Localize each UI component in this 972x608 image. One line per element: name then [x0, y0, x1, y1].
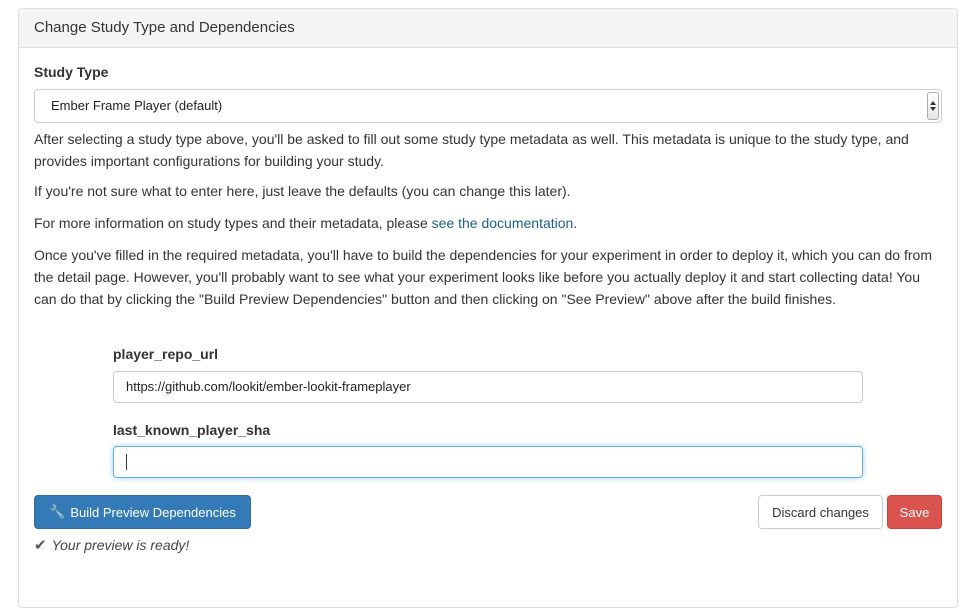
study-type-selected-value: Ember Frame Player (default): [51, 98, 223, 113]
help-text-suffix: .: [573, 215, 578, 231]
player-repo-url-value: https://github.com/lookit/ember-lookit-f…: [126, 379, 411, 394]
check-icon: ✔: [34, 537, 47, 554]
text-caret: [126, 454, 127, 470]
help-text-documentation: For more information on study types and …: [34, 212, 934, 234]
player-repo-url-label: player_repo_url: [113, 346, 219, 362]
study-type-select[interactable]: Ember Frame Player (default): [34, 89, 942, 123]
last-known-player-sha-label: last_known_player_sha: [113, 422, 271, 438]
panel-heading: Change Study Type and Dependencies: [19, 9, 957, 48]
preview-status-text: Your preview is ready!: [51, 537, 190, 553]
build-preview-label: Build Preview Dependencies: [70, 504, 236, 520]
preview-status: ✔ Your preview is ready!: [34, 536, 189, 554]
help-text-defaults: If you're not sure what to enter here, j…: [34, 183, 571, 199]
build-preview-dependencies-button[interactable]: 🔧 Build Preview Dependencies: [34, 495, 251, 529]
study-type-label: Study Type: [34, 64, 109, 80]
help-text-study-type: After selecting a study type above, you'…: [34, 131, 909, 169]
save-button[interactable]: Save: [887, 495, 942, 529]
player-repo-url-input[interactable]: https://github.com/lookit/ember-lookit-f…: [113, 371, 863, 403]
help-text-dependencies: Once you've filled in the required metad…: [34, 247, 932, 307]
documentation-link[interactable]: see the documentation: [432, 215, 574, 231]
last-known-player-sha-input[interactable]: [113, 446, 863, 478]
help-text-prefix: For more information on study types and …: [34, 215, 432, 231]
discard-changes-button[interactable]: Discard changes: [758, 495, 883, 529]
wrench-icon: 🔧: [49, 504, 66, 519]
select-stepper-icon[interactable]: [927, 92, 939, 120]
